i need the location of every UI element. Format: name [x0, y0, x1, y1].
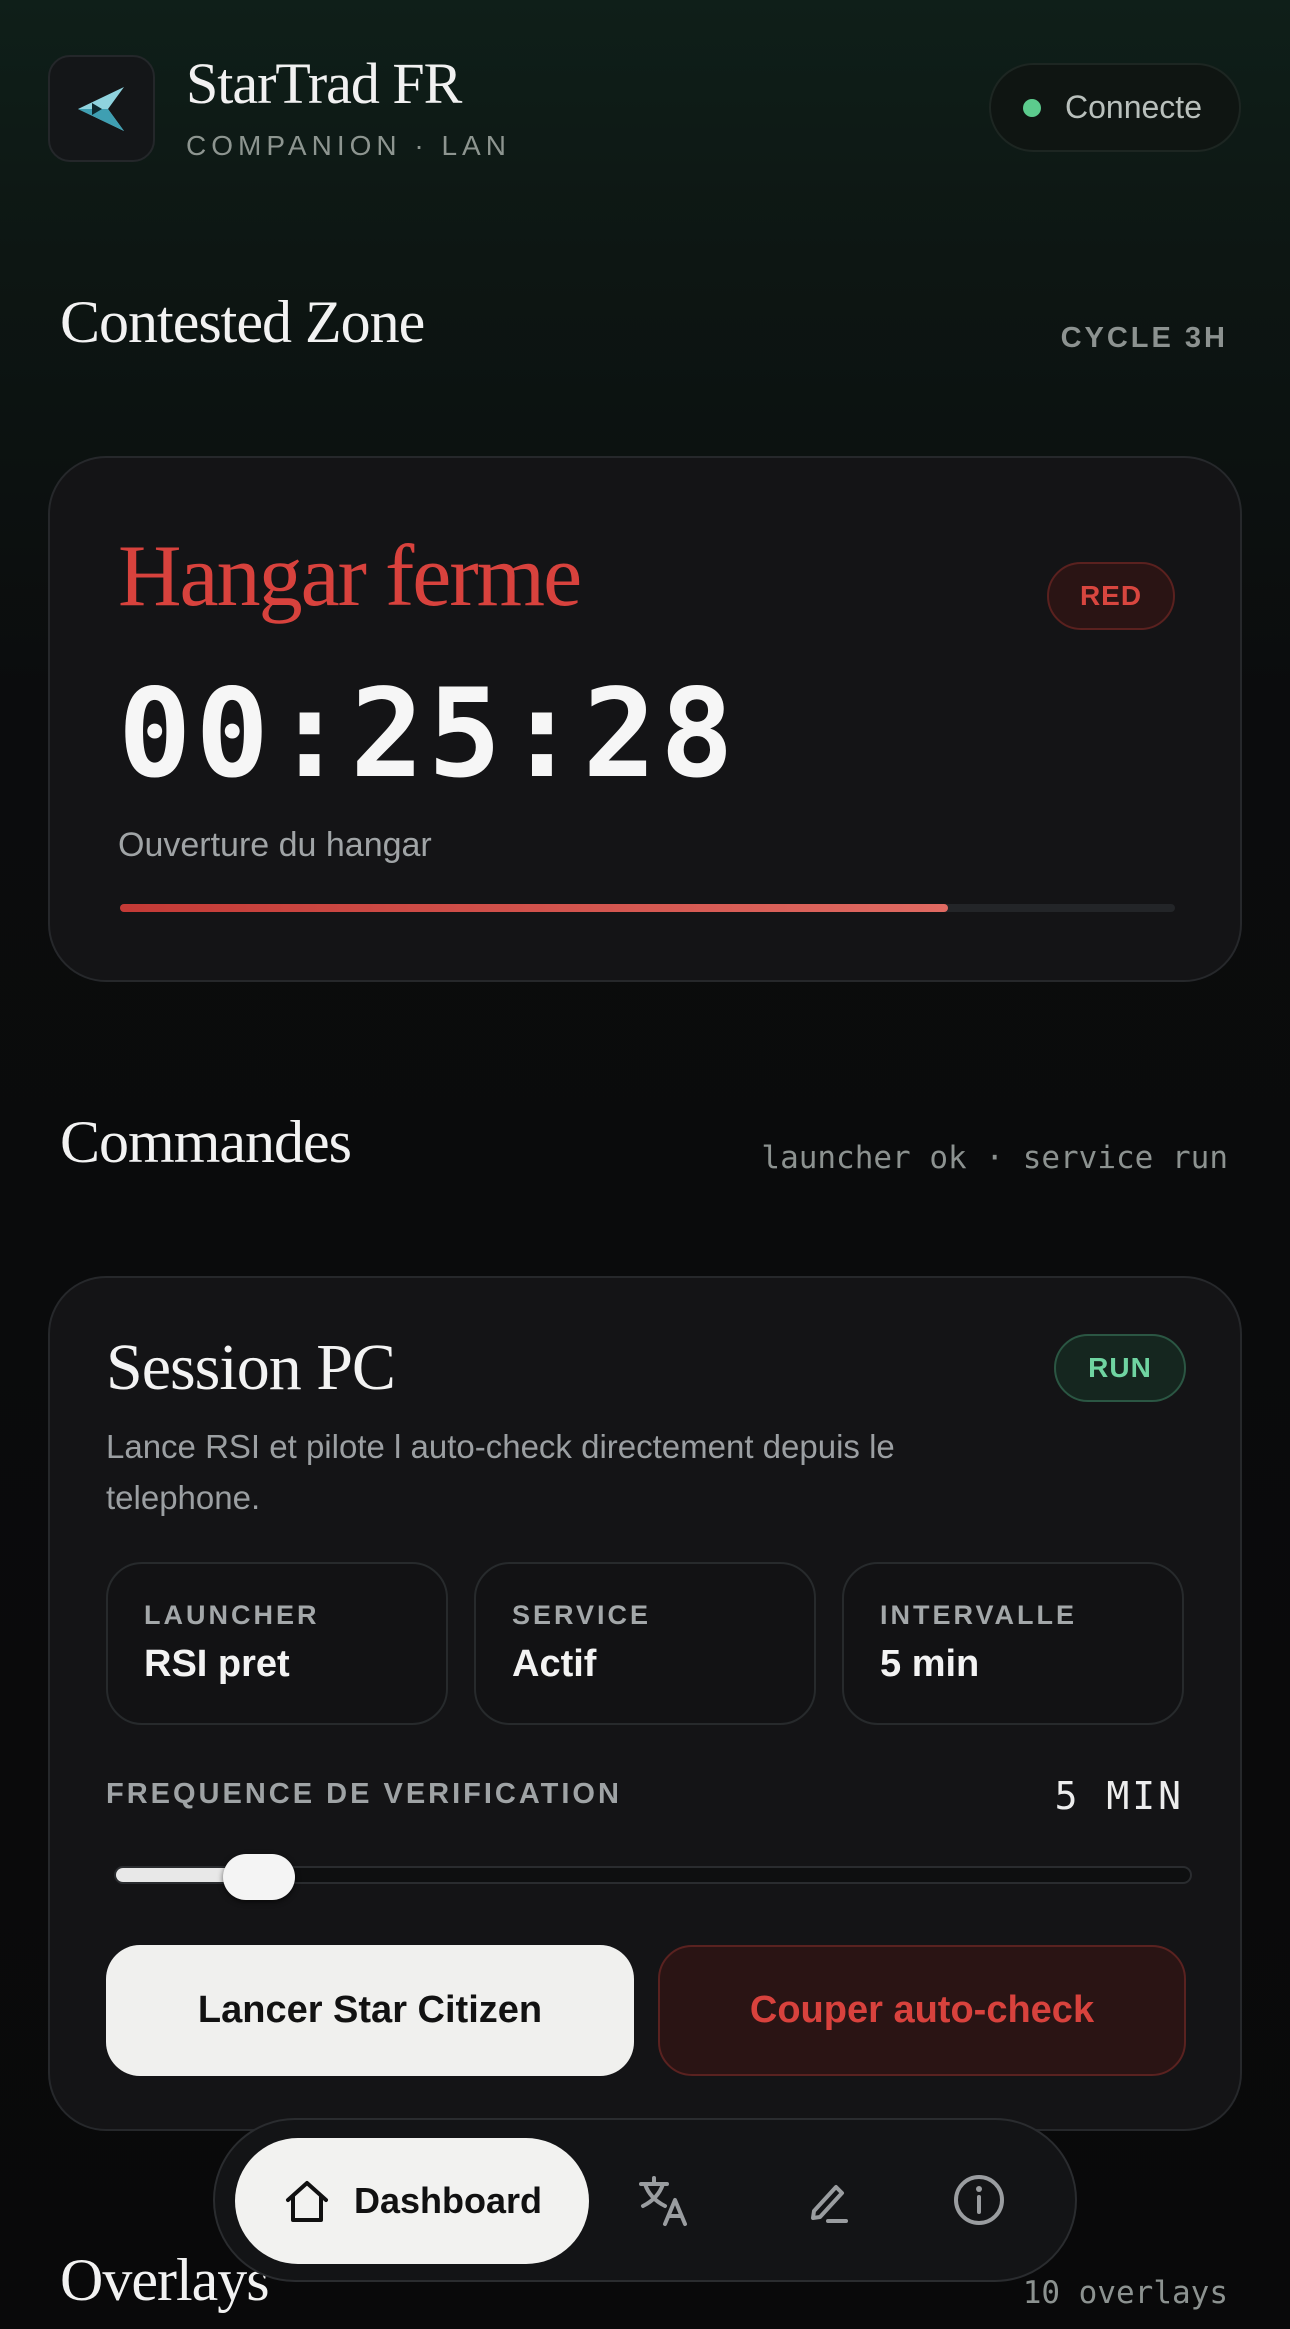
- launch-star-citizen-button[interactable]: Lancer Star Citizen: [106, 1945, 634, 2076]
- cycle-label: CYCLE 3H: [1060, 322, 1228, 354]
- frequency-label: FREQUENCE DE VERIFICATION: [106, 1778, 622, 1810]
- stat-service: SERVICE Actif: [474, 1562, 816, 1725]
- run-badge: RUN: [1054, 1334, 1186, 1402]
- stat-label: LAUNCHER: [144, 1600, 320, 1630]
- stop-auto-check-button[interactable]: Couper auto-check: [658, 1945, 1186, 2076]
- stat-value: Actif: [512, 1643, 597, 1685]
- connection-status-pill[interactable]: Connecte: [989, 63, 1241, 152]
- session-pc-card: Session PC RUN Lance RSI et pilote l aut…: [48, 1276, 1242, 2131]
- status-dot-icon: [1023, 98, 1041, 117]
- home-icon: [285, 2181, 328, 2222]
- stat-label: SERVICE: [512, 1600, 652, 1630]
- app-logo: [48, 55, 155, 162]
- session-title: Session PC: [106, 1331, 396, 1404]
- nav-item-dashboard[interactable]: Dashboard: [235, 2138, 589, 2264]
- stat-intervalle: INTERVALLE 5 min: [842, 1562, 1184, 1725]
- commandes-title: Commandes: [60, 1109, 352, 1175]
- stat-label: INTERVALLE: [880, 1600, 1078, 1630]
- connection-status-label: Connecte: [1065, 89, 1202, 125]
- contested-zone-card: Hangar ferme RED 00:25:28 Ouverture du h…: [48, 456, 1242, 982]
- hangar-status-title: Hangar ferme: [118, 528, 582, 625]
- nav-item-dashboard-label: Dashboard: [353, 2180, 543, 2221]
- session-description: Lance RSI et pilote l auto-check directe…: [106, 1428, 895, 1516]
- status-badge: RED: [1047, 562, 1175, 630]
- edit-pencil-icon: [811, 2185, 848, 2223]
- overlays-count: 10 overlays: [1022, 2275, 1228, 2311]
- translate-icon: [639, 2176, 687, 2226]
- nav-item-info[interactable]: [947, 2168, 1011, 2232]
- app-title: StarTrad FR: [186, 51, 462, 116]
- nav-item-translate[interactable]: [633, 2168, 697, 2232]
- nav-item-edit[interactable]: [797, 2168, 861, 2232]
- star-ship-icon: [77, 86, 124, 131]
- frequency-slider[interactable]: [114, 1854, 1192, 1900]
- info-icon: [954, 2175, 1004, 2225]
- app-subtitle: COMPANION · LAN: [186, 130, 511, 161]
- timer-caption: Ouverture du hangar: [118, 826, 432, 864]
- bottom-navigation: Dashboard: [213, 2118, 1077, 2282]
- frequency-value: 5 MIN: [1054, 1774, 1184, 1818]
- hangar-progress-bar: [120, 904, 1175, 912]
- countdown-timer: 00:25:28: [118, 663, 738, 805]
- hangar-progress-fill: [120, 904, 949, 912]
- stat-value: 5 min: [880, 1643, 980, 1685]
- slider-thumb[interactable]: [223, 1854, 296, 1900]
- contested-zone-title: Contested Zone: [60, 289, 425, 355]
- stat-launcher: LAUNCHER RSI pret: [106, 1562, 448, 1725]
- commandes-status-line: launcher ok · service run: [761, 1140, 1228, 1176]
- stat-value: RSI pret: [144, 1643, 290, 1685]
